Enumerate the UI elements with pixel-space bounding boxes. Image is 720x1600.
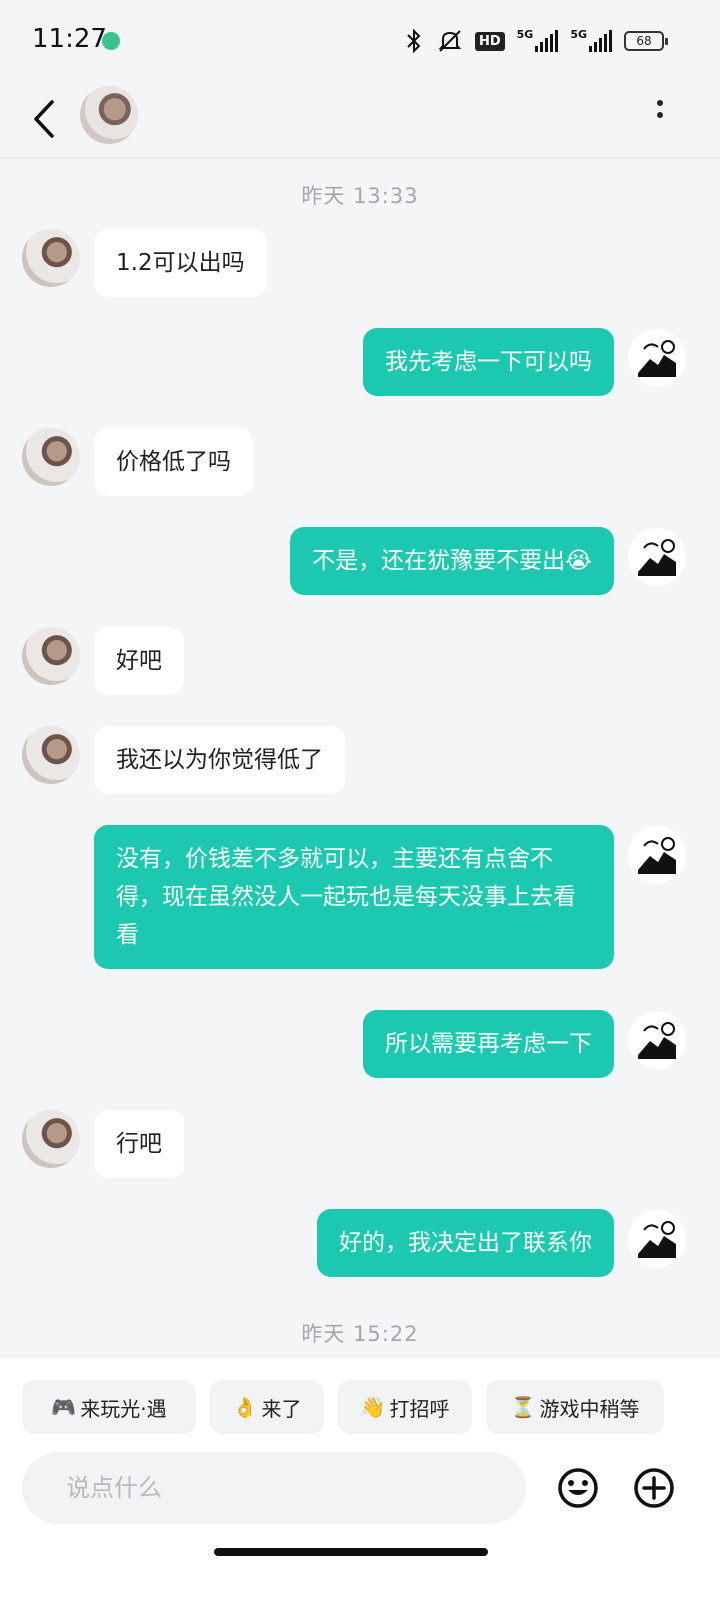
emoji-button[interactable] xyxy=(556,1466,600,1510)
outgoing-message[interactable]: 好的，我决定出了联系你 xyxy=(317,1209,614,1277)
chevron-left-icon xyxy=(34,100,54,138)
incoming-message[interactable]: 1.2可以出吗 xyxy=(94,229,267,297)
more-dot-icon xyxy=(657,112,663,118)
my-avatar[interactable] xyxy=(628,1210,686,1268)
quick-reply-chip[interactable]: 👋 打招呼 xyxy=(338,1380,472,1434)
more-dot-icon xyxy=(657,100,663,106)
bluetooth-icon xyxy=(403,28,425,54)
message-input[interactable]: 说点什么 xyxy=(22,1452,526,1524)
battery-icon: 68 xyxy=(624,31,668,51)
hd-label: HD xyxy=(474,31,505,51)
outgoing-message[interactable]: 不是，还在犹豫要不要出😭 xyxy=(290,527,614,595)
back-button[interactable] xyxy=(28,92,68,144)
gamepad-icon: 🎮 xyxy=(51,1395,77,1419)
mute-bell-icon xyxy=(437,28,463,54)
quick-reply-chip[interactable]: ⏳ 游戏中稍等 xyxy=(486,1380,664,1434)
quick-reply-chip[interactable]: 👌 来了 xyxy=(210,1380,324,1434)
quick-reply-label: 来了 xyxy=(261,1396,302,1421)
chat-header xyxy=(0,80,720,158)
waving-hand-icon: 👋 xyxy=(360,1395,386,1419)
ok-hand-icon: 👌 xyxy=(232,1395,258,1419)
notification-dot-icon xyxy=(102,32,120,50)
composer-panel: 🎮 来玩光·遇 👌 来了 👋 打招呼 ⏳ 游戏中稍等 说点什么 xyxy=(0,1358,720,1600)
contact-avatar-small[interactable] xyxy=(22,229,80,287)
my-avatar[interactable] xyxy=(628,826,686,884)
network-label-1: 5G xyxy=(516,28,534,41)
contact-avatar-small[interactable] xyxy=(22,627,80,685)
outgoing-message[interactable]: 我先考虑一下可以吗 xyxy=(363,328,614,396)
more-options-button[interactable] xyxy=(648,96,672,136)
signal-2-icon: 5G xyxy=(570,28,612,54)
quick-reply-chip[interactable]: 🎮 来玩光·遇 xyxy=(22,1380,196,1434)
outgoing-message[interactable]: 没有，价钱差不多就可以，主要还有点舍不得，现在虽然没人一起玩也是每天没事上去看看 xyxy=(94,825,614,969)
incoming-message[interactable]: 行吧 xyxy=(94,1110,184,1178)
hd-voice-icon: HD xyxy=(474,28,505,54)
timestamp: 昨天 15:22 xyxy=(301,1322,419,1346)
plus-circle-icon xyxy=(634,1468,674,1508)
network-label-2: 5G xyxy=(570,28,587,41)
incoming-message[interactable]: 我还以为你觉得低了 xyxy=(94,726,345,794)
quick-reply-label: 打招呼 xyxy=(389,1396,450,1421)
my-avatar[interactable] xyxy=(628,329,686,387)
home-indicator[interactable] xyxy=(214,1548,488,1556)
contact-avatar-small[interactable] xyxy=(22,428,80,486)
incoming-message[interactable]: 好吧 xyxy=(94,627,184,695)
timestamp: 昨天 13:33 xyxy=(301,184,419,208)
outgoing-message[interactable]: 所以需要再考虑一下 xyxy=(363,1010,614,1078)
my-avatar[interactable] xyxy=(628,1011,686,1069)
add-button[interactable] xyxy=(632,1466,676,1510)
contact-avatar-small[interactable] xyxy=(22,726,80,784)
quick-reply-label: 来玩光·遇 xyxy=(80,1396,167,1421)
quick-reply-label: 游戏中稍等 xyxy=(539,1396,640,1421)
smiley-icon xyxy=(558,1468,598,1508)
status-icons: HD 5G 5G 68 xyxy=(403,26,668,56)
contact-avatar-small[interactable] xyxy=(22,1110,80,1168)
status-bar: 11:27 HD 5G 5G 68 xyxy=(0,0,720,80)
hourglass-icon: ⏳ xyxy=(510,1395,536,1419)
my-avatar[interactable] xyxy=(628,528,686,586)
incoming-message[interactable]: 价格低了吗 xyxy=(94,428,253,496)
contact-avatar[interactable] xyxy=(80,86,138,144)
signal-1-icon: 5G xyxy=(517,28,559,54)
status-time: 11:27 xyxy=(32,24,107,54)
